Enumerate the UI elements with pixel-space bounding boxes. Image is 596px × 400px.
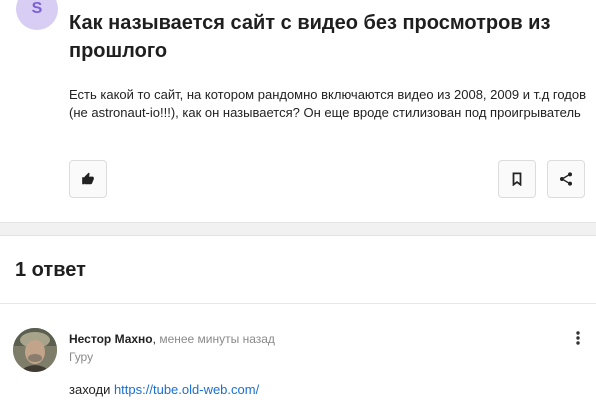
answer-link[interactable]: https://tube.old-web.com/: [114, 382, 259, 397]
answer-text-prefix: заходи: [69, 382, 114, 397]
question-body: Есть какой то сайт, на котором рандомно …: [69, 87, 587, 120]
bookmark-icon: [511, 172, 523, 186]
answer-meta: Нестор Махно, менее минуты назад: [69, 332, 275, 347]
divider: [0, 303, 596, 304]
more-vertical-icon: [576, 330, 580, 350]
thumbs-up-icon: [81, 172, 95, 186]
answer-author-avatar[interactable]: [13, 328, 57, 372]
answer-author-rank: Гуру: [69, 350, 94, 364]
question-title: Как называется сайт с видео без просмотр…: [69, 12, 551, 62]
answer-author-name[interactable]: Нестор Махно: [69, 332, 153, 346]
share-icon: [558, 171, 574, 187]
answers-count-heading: 1 ответ: [15, 259, 86, 281]
question-author-avatar[interactable]: S: [16, 0, 58, 30]
like-button[interactable]: [69, 160, 107, 198]
answer-time: менее минуты назад: [159, 332, 275, 346]
share-button[interactable]: [547, 160, 585, 198]
bookmark-button[interactable]: [498, 160, 536, 198]
answer-text: заходи https://tube.old-web.com/: [69, 381, 259, 399]
answer-more-menu[interactable]: [568, 330, 588, 350]
section-separator: [0, 222, 596, 236]
